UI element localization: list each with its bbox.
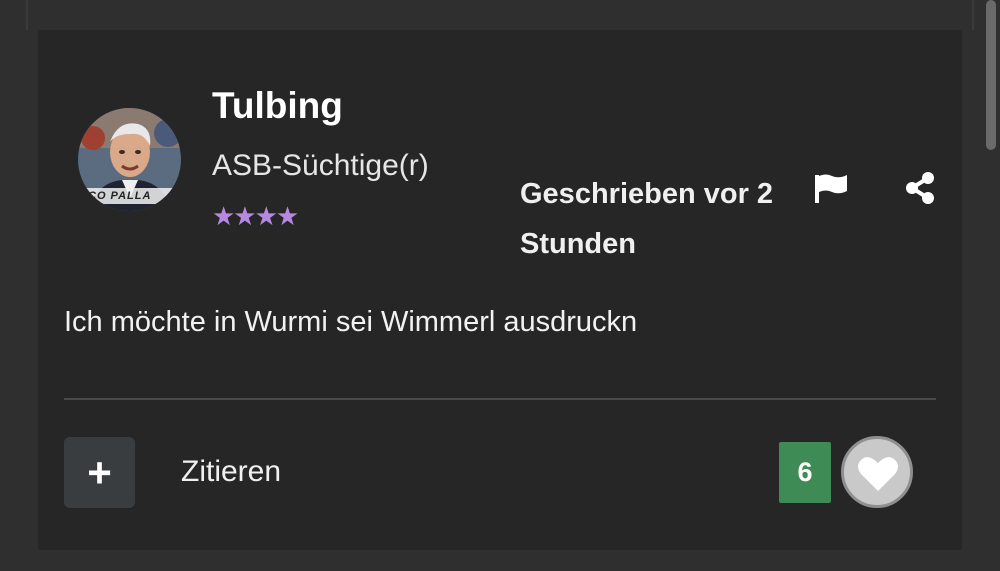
page: CO PALLA Tulbing ASB-Süchtige(r) ★★★★ Ge… [0, 0, 1000, 571]
avatar-caption: CO PALLA [88, 190, 152, 202]
post-timestamp: Geschrieben vor 2 Stunden [520, 178, 774, 260]
heart-icon [858, 457, 898, 491]
reaction-count-badge[interactable]: 6 [779, 442, 831, 503]
divider [64, 398, 936, 400]
scrollbar[interactable] [986, 0, 996, 150]
author-name[interactable]: Tulbing [212, 84, 343, 128]
post-body: Ich möchte in Wurmi sei Wimmerl ausdruck… [64, 306, 638, 338]
author-rank: ASB-Süchtige(r) [212, 149, 429, 182]
avatar[interactable]: CO PALLA [78, 108, 181, 211]
share-icon[interactable] [900, 168, 940, 208]
previous-post-border [26, 0, 974, 30]
flag-icon[interactable] [812, 170, 852, 206]
like-button[interactable] [841, 436, 913, 508]
multiquote-button[interactable]: + [64, 437, 135, 508]
quote-button[interactable]: Zitieren [181, 452, 281, 492]
rank-stars: ★★★★ [212, 201, 299, 231]
post-card: CO PALLA Tulbing ASB-Süchtige(r) ★★★★ Ge… [38, 30, 962, 550]
